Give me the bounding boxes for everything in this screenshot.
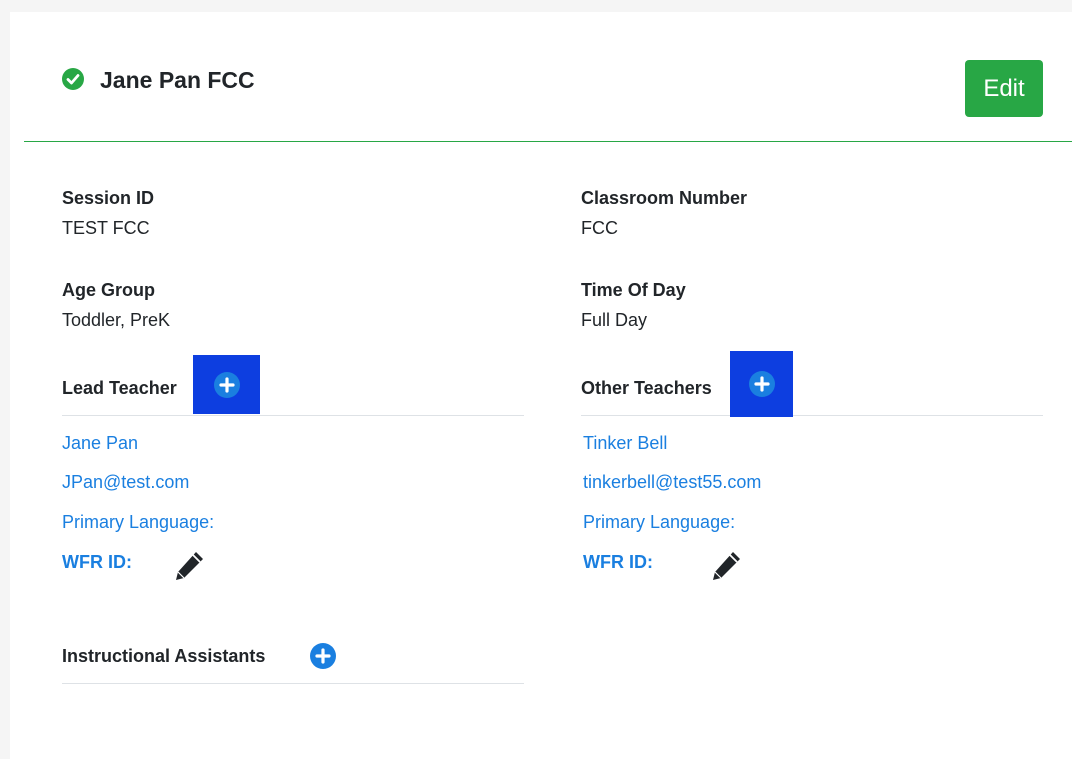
card-header: Jane Pan FCC Edit	[24, 12, 1072, 142]
classroom-number-value: FCC	[581, 218, 618, 238]
session-card: Jane Pan FCC Edit Session ID TEST FCC Ag…	[10, 12, 1072, 759]
plus-circle-icon	[310, 643, 336, 669]
page-title: Jane Pan FCC	[100, 67, 255, 93]
age-group-label: Age Group	[62, 280, 155, 300]
lead-teacher-name-link[interactable]: Jane Pan	[62, 433, 138, 454]
other-teacher-primary-language: Primary Language:	[583, 512, 736, 532]
add-instructional-assistant-button[interactable]	[310, 643, 336, 669]
session-id-value: TEST FCC	[62, 218, 150, 238]
other-teachers-title: Other Teachers	[581, 378, 712, 398]
lead-teacher-email-link[interactable]: JPan@test.com	[62, 472, 189, 493]
add-other-teacher-button[interactable]	[730, 351, 793, 417]
instructional-assistants-title: Instructional Assistants	[62, 646, 266, 666]
time-of-day-value: Full Day	[581, 310, 648, 330]
lead-teacher-primary-language: Primary Language:	[62, 512, 215, 532]
other-teachers-header: Other Teachers	[581, 354, 1043, 416]
other-teacher-name-link[interactable]: Tinker Bell	[583, 433, 667, 454]
instructional-assistants-header: Instructional Assistants	[62, 622, 524, 684]
time-of-day-label: Time Of Day	[581, 280, 686, 300]
add-lead-teacher-button[interactable]	[193, 355, 260, 414]
classroom-number-label: Classroom Number	[581, 188, 748, 208]
pencil-icon[interactable]	[172, 549, 206, 583]
pencil-icon[interactable]	[709, 549, 743, 583]
plus-circle-icon	[213, 371, 240, 398]
other-teacher-wfr-id-label: WFR ID:	[583, 552, 653, 572]
other-teacher-email-link[interactable]: tinkerbell@test55.com	[583, 472, 761, 493]
lead-teacher-wfr-id-label: WFR ID:	[62, 552, 132, 572]
lead-teacher-header: Lead Teacher	[62, 354, 524, 416]
edit-button[interactable]: Edit	[965, 60, 1043, 117]
lead-teacher-title: Lead Teacher	[62, 378, 177, 398]
plus-circle-icon	[748, 371, 775, 397]
age-group-value: Toddler, PreK	[62, 310, 171, 330]
check-circle-icon	[62, 68, 84, 90]
session-id-label: Session ID	[62, 188, 155, 208]
